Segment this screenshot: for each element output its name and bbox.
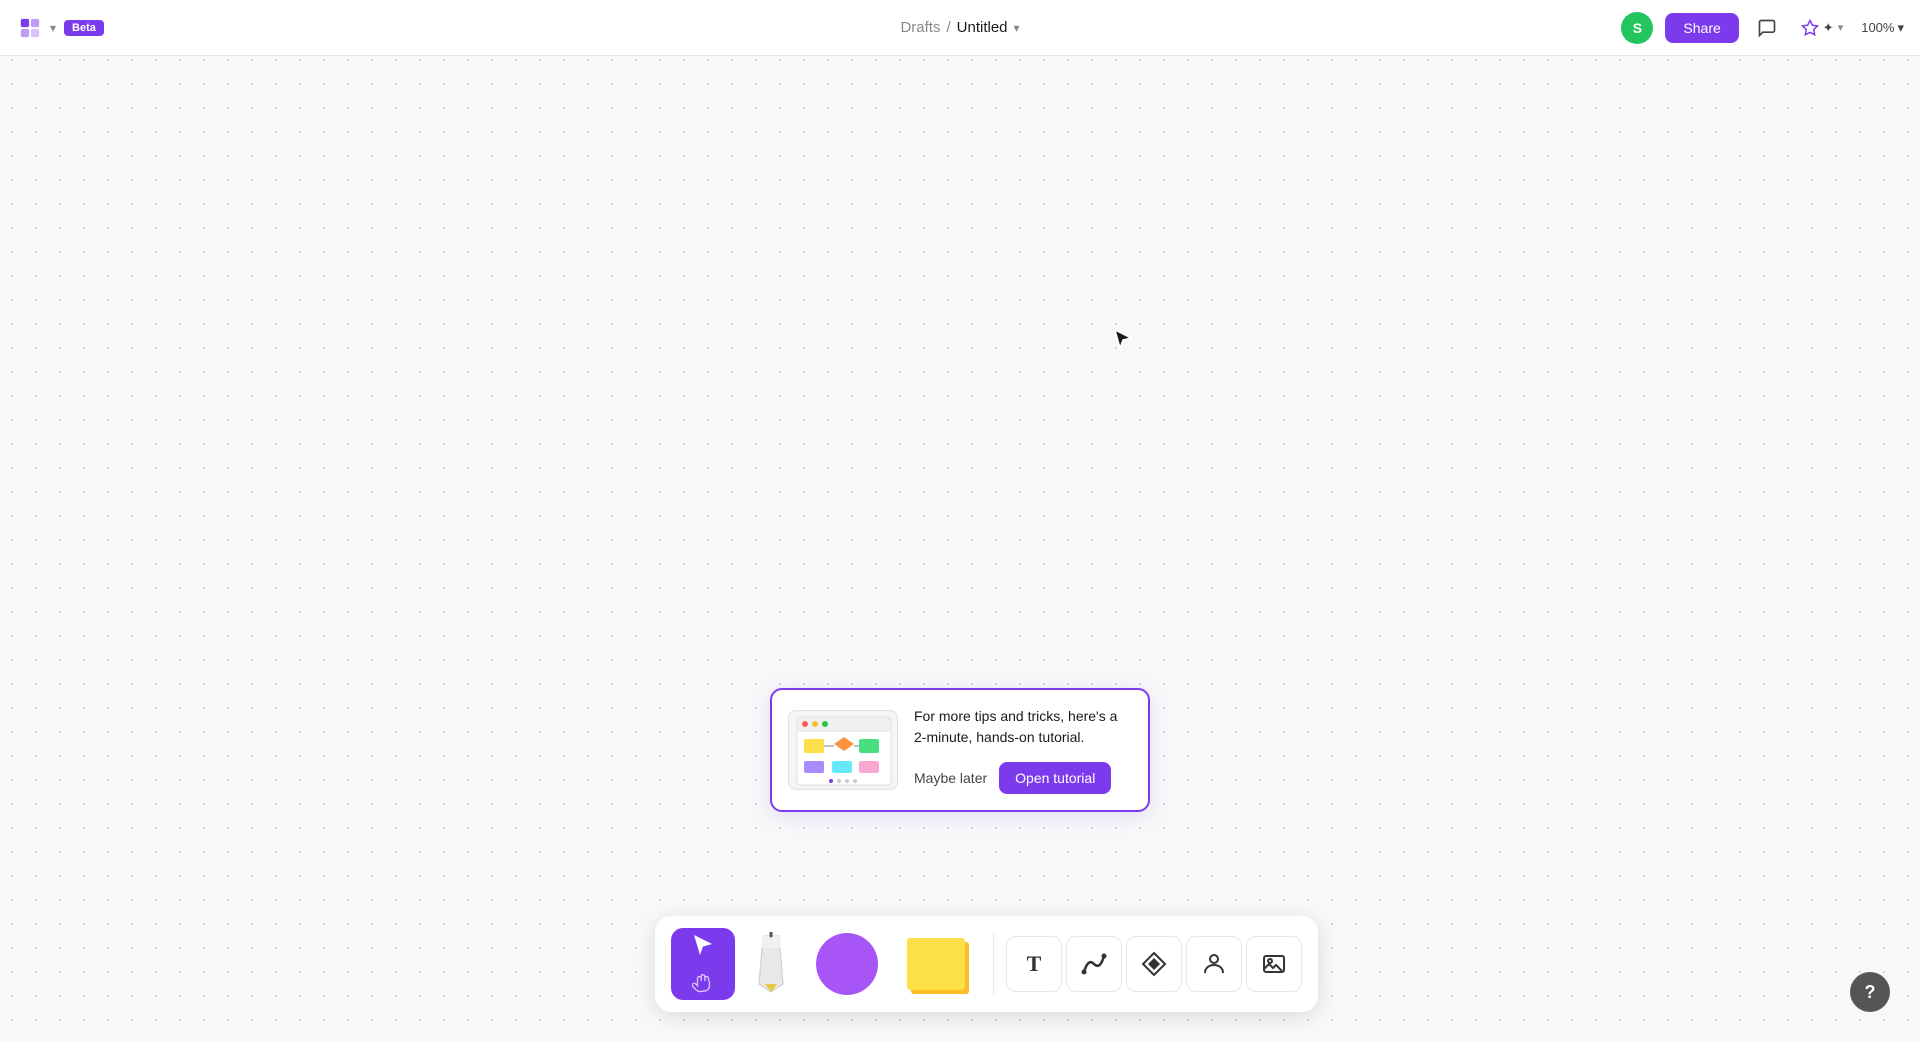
pencil-tool-button[interactable] <box>739 928 803 1000</box>
tutorial-content: For more tips and tricks, here's a 2-min… <box>914 706 1132 794</box>
ai-label: ✦ <box>1823 20 1834 36</box>
tutorial-popup: For more tips and tricks, here's a 2-min… <box>770 688 1150 812</box>
tutorial-actions: Maybe later Open tutorial <box>914 762 1132 794</box>
header-left: ▾ Beta <box>16 14 104 42</box>
hand-icon <box>671 964 735 1000</box>
bottom-toolbar: T <box>655 916 1318 1012</box>
breadcrumb-drafts[interactable]: Drafts <box>900 19 940 36</box>
text-tool-button[interactable]: T <box>1006 936 1062 992</box>
zoom-chevron: ▾ <box>1897 20 1904 36</box>
image-tool-button[interactable] <box>1246 936 1302 992</box>
share-button[interactable]: Share <box>1665 13 1738 43</box>
breadcrumb-title[interactable]: Untitled <box>957 19 1008 36</box>
breadcrumb-separator: / <box>946 19 950 36</box>
toolbar-divider <box>993 934 994 994</box>
zoom-value: 100% <box>1861 20 1894 35</box>
breadcrumb-chevron[interactable]: ▾ <box>1014 21 1020 35</box>
header-bar: ▾ Beta Drafts / Untitled ▾ S Share ✦ ▾ 1… <box>0 0 1920 56</box>
tutorial-text: For more tips and tricks, here's a 2-min… <box>914 706 1132 748</box>
maybe-later-button[interactable]: Maybe later <box>914 770 987 786</box>
connector-tool-button[interactable] <box>1066 936 1122 992</box>
open-tutorial-button[interactable]: Open tutorial <box>999 762 1111 794</box>
arrow-icon <box>671 928 735 964</box>
zoom-control[interactable]: 100% ▾ <box>1861 20 1904 36</box>
component-tool-button[interactable] <box>1126 936 1182 992</box>
beta-badge: Beta <box>64 20 104 36</box>
canvas-background <box>0 0 1920 1042</box>
tutorial-thumbnail <box>788 710 898 790</box>
logo-icon <box>16 14 44 42</box>
ai-button[interactable]: ✦ ▾ <box>1795 15 1849 41</box>
header-center: Drafts / Untitled ▾ <box>900 19 1019 36</box>
comment-icon-button[interactable] <box>1751 12 1783 44</box>
help-button[interactable]: ? <box>1850 972 1890 1012</box>
header-right: S Share ✦ ▾ 100% ▾ <box>1621 12 1904 44</box>
text-icon: T <box>1027 951 1042 977</box>
sticky-note-tool-button[interactable] <box>891 928 981 1000</box>
avatar[interactable]: S <box>1621 12 1653 44</box>
ai-chevron: ▾ <box>1838 21 1844 34</box>
avatar-tool-button[interactable] <box>1186 936 1242 992</box>
logo-dropdown-chevron: ▾ <box>50 21 56 35</box>
select-tool-button[interactable] <box>671 928 735 1000</box>
app-logo[interactable]: ▾ <box>16 14 56 42</box>
shape-tool-button[interactable] <box>807 928 887 1000</box>
